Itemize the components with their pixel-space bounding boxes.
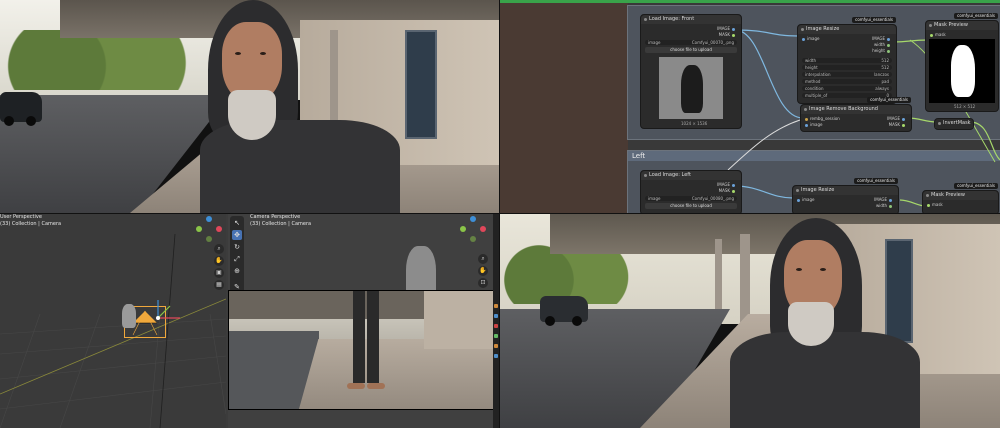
image-thumbnail	[659, 57, 723, 119]
street-scene	[0, 0, 499, 213]
output-image[interactable]: IMAGE	[887, 116, 907, 121]
hooded-man	[200, 0, 400, 213]
mask-preview-image	[929, 39, 995, 103]
camera-frame	[228, 290, 494, 410]
building-wall	[424, 291, 493, 349]
navigation-gizmo[interactable]	[460, 216, 486, 242]
hand-icon[interactable]: ✋	[214, 256, 224, 266]
node-title: InvertMask	[935, 119, 973, 128]
rotate-icon[interactable]: ↻	[232, 242, 242, 252]
photo-side-man	[500, 214, 1000, 428]
node-badge: comfyui_essentials	[867, 97, 911, 103]
zoom-icon[interactable]: ⌕	[478, 254, 488, 264]
node-editor[interactable]: Left Load Image: Front IMAGE MASK image C…	[500, 0, 1000, 213]
dog-silhouette	[951, 45, 975, 97]
widget-width[interactable]: width 512	[802, 58, 892, 63]
blender-viewports[interactable]: User Perspective (33) Collection | Camer…	[0, 214, 499, 428]
node-load-image-front[interactable]: Load Image: Front IMAGE MASK image Comfyu…	[640, 14, 742, 129]
choose-file-button[interactable]: choose file to upload	[645, 203, 737, 209]
output-height[interactable]: height	[872, 48, 892, 53]
standing-man-legs	[347, 291, 387, 395]
input-mask[interactable]: mask	[925, 202, 943, 207]
camera-view-icon[interactable]: ▣	[214, 268, 224, 278]
grid-icon[interactable]: ▦	[214, 280, 224, 290]
screen-grid: Left Load Image: Front IMAGE MASK image C…	[0, 0, 1000, 428]
cursor-icon[interactable]: ↖	[232, 218, 242, 228]
node-title: Load Image: Left	[641, 171, 741, 180]
input-image[interactable]: image	[800, 36, 819, 41]
node-title: Image Remove Background	[801, 105, 911, 114]
grid-floor	[0, 233, 226, 428]
node-badge: comfyui_essentials	[854, 178, 898, 184]
output-image[interactable]: IMAGE	[872, 36, 892, 41]
output-mask[interactable]: MASK	[719, 188, 737, 193]
output-width[interactable]: width	[876, 203, 894, 208]
input-image[interactable]: image	[803, 122, 822, 127]
node-title: Image Resize	[793, 186, 898, 195]
node-remove-background[interactable]: comfyui_essentials Image Remove Backgrou…	[800, 97, 912, 132]
car	[0, 92, 42, 126]
dog-model[interactable]	[122, 304, 136, 328]
viewport-camera-perspective[interactable]: Camera Perspective (33) Collection | Cam…	[228, 214, 499, 428]
node-title: Load Image: Front	[641, 15, 741, 24]
image-size-caption: 1024 × 1536	[681, 121, 708, 126]
hand-icon[interactable]: ✋	[478, 266, 488, 276]
input-mask[interactable]: mask	[928, 32, 946, 37]
hooded-man	[730, 214, 920, 428]
node-badge: comfyui_essentials	[954, 183, 998, 189]
widget-interpolation[interactable]: interpolation lanczos	[802, 72, 892, 77]
output-image[interactable]: IMAGE	[717, 26, 737, 31]
node-badge: comfyui_essentials	[852, 17, 896, 23]
output-mask[interactable]: MASK	[719, 32, 737, 37]
node-title: Mask Preview	[926, 21, 998, 30]
widget-method[interactable]: method pad	[802, 79, 892, 84]
node-title: Image Resize	[798, 25, 896, 34]
node-image-resize-2[interactable]: comfyui_essentials Image Resize image IM…	[792, 178, 899, 213]
output-image[interactable]: IMAGE	[717, 182, 737, 187]
photo-front-man	[0, 0, 499, 213]
zoom-icon[interactable]: ⌕	[214, 244, 224, 254]
output-width[interactable]: width	[874, 42, 892, 47]
choose-file-button[interactable]: choose file to upload	[645, 47, 737, 53]
y-axis-line	[0, 298, 226, 395]
node-mask-preview-1[interactable]: comfyui_essentials Mask Preview mask 512…	[925, 13, 999, 112]
trees	[0, 30, 190, 90]
sidewalk	[299, 339, 493, 409]
car	[540, 296, 588, 326]
properties-strip[interactable]	[493, 214, 499, 428]
node-title: Mask Preview	[923, 191, 998, 200]
street-scene	[500, 214, 1000, 428]
node-load-image-left[interactable]: Load Image: Left IMAGE MASK image Comfyui…	[640, 170, 742, 213]
navigation-gizmo[interactable]	[196, 216, 222, 242]
scale-icon[interactable]: ⤢	[232, 254, 242, 264]
door	[405, 30, 437, 139]
dog-figure	[681, 65, 703, 113]
output-mask[interactable]: MASK	[889, 122, 907, 127]
move-icon[interactable]: ✥	[232, 230, 242, 240]
viewport-title: Camera Perspective	[250, 214, 301, 220]
viewport-subtitle: (33) Collection | Camera	[250, 221, 312, 227]
input-image[interactable]: image	[795, 197, 814, 202]
transform-icon[interactable]: ⊕	[232, 266, 242, 276]
node-image-resize-1[interactable]: comfyui_essentials Image Resize image IM…	[797, 17, 897, 104]
node-invert-mask[interactable]: InvertMask	[934, 118, 974, 130]
widget-height[interactable]: height 512	[802, 65, 892, 70]
widget-condition[interactable]: condition always	[802, 86, 892, 91]
input-rembg-session[interactable]: rembg_session	[803, 116, 840, 121]
lock-icon[interactable]: ⊡	[478, 278, 488, 288]
mask-size-caption: 512 × 512	[954, 104, 976, 109]
image-select[interactable]: image Comfyui_00070_.png	[645, 40, 737, 45]
output-image[interactable]: IMAGE	[874, 197, 894, 202]
viewport-user-perspective[interactable]: User Perspective (33) Collection | Camer…	[0, 214, 226, 428]
node-mask-preview-2[interactable]: comfyui_essentials Mask Preview mask	[922, 183, 999, 213]
node-badge: comfyui_essentials	[954, 13, 998, 19]
image-select[interactable]: image Comfyui_00080_.png	[645, 196, 737, 201]
transform-gizmo[interactable]	[148, 296, 188, 326]
